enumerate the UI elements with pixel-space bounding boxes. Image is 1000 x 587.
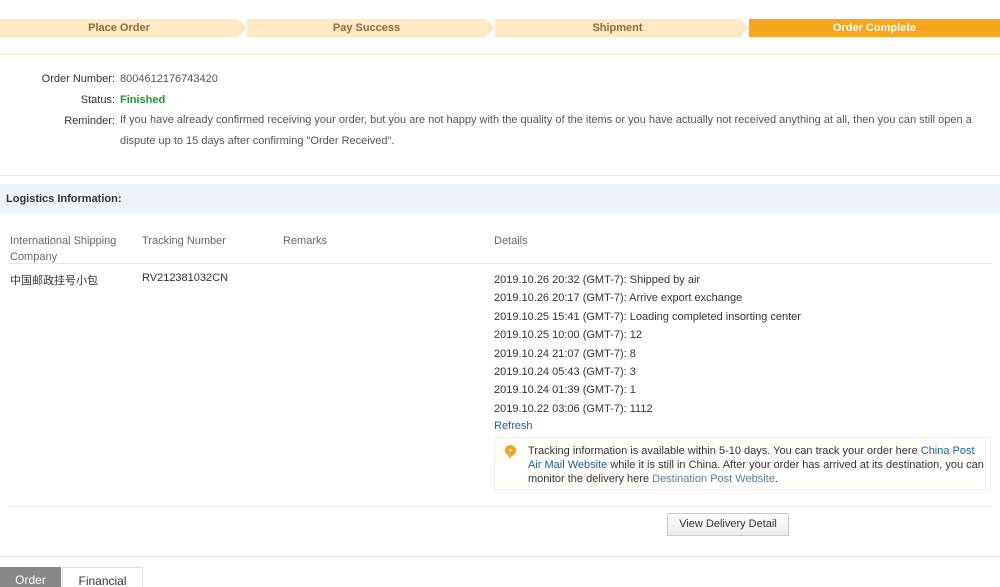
- step-label: Shipment: [592, 22, 643, 34]
- step-label: Place Order: [88, 22, 150, 34]
- location-pin-icon: •: [505, 445, 516, 459]
- step-place-order: Place Order: [0, 19, 238, 37]
- step-order-complete: Order Complete: [749, 19, 1000, 37]
- tracking-event: 2019.10.26 20:32 (GMT-7): Shipped by air: [494, 274, 701, 286]
- notice-text-part: .: [774, 473, 778, 485]
- step-separator-arrow: [238, 19, 247, 37]
- divider: [0, 556, 1000, 557]
- tab-financial[interactable]: Financial: [62, 567, 143, 587]
- view-delivery-detail-button[interactable]: View Delivery Detail: [667, 513, 789, 536]
- tracking-event: 2019.10.25 10:00 (GMT-7): 12: [494, 329, 642, 341]
- divider: [8, 506, 992, 507]
- step-separator-arrow: [486, 19, 495, 37]
- tracking-event: 2019.10.26 20:17 (GMT-7): Arrive export …: [494, 292, 743, 304]
- refresh-link[interactable]: Refresh: [494, 420, 533, 432]
- status-label: Status:: [80, 94, 115, 106]
- notice-text: Tracking information is available within…: [528, 444, 986, 486]
- step-label: Order Complete: [832, 22, 917, 34]
- order-number-label: Order Number:: [41, 73, 115, 85]
- status-value: Finished: [120, 94, 166, 106]
- tracking-event: 2019.10.22 03:06 (GMT-7): 1112: [494, 403, 653, 415]
- reminder-label: Reminder:: [64, 115, 115, 127]
- logistics-title: Logistics Information:: [6, 193, 122, 205]
- shipping-company-cell: 中国邮政挂号小包: [10, 275, 98, 287]
- order-number-value: 8004612176743420: [120, 73, 218, 85]
- divider: [0, 54, 1000, 55]
- notice-text-part: Tracking information is available within…: [528, 445, 921, 457]
- divider: [8, 263, 992, 264]
- tab-order[interactable]: Order: [0, 567, 61, 587]
- destination-post-link[interactable]: Destination Post Website: [652, 473, 775, 485]
- column-header-details: Details: [494, 235, 528, 247]
- tracking-event: 2019.10.25 15:41 (GMT-7): Loading comple…: [494, 311, 801, 323]
- step-shipment: Shipment: [495, 19, 740, 37]
- logistics-header: Logistics Information:: [0, 184, 1000, 213]
- tracking-event: 2019.10.24 05:43 (GMT-7): 3: [494, 366, 636, 378]
- tracking-number-cell: RV212381032CN: [142, 272, 229, 284]
- step-pay-success: Pay Success: [247, 19, 486, 37]
- tracking-notice: • Tracking information is available with…: [494, 437, 991, 490]
- tracking-event: 2019.10.24 21:07 (GMT-7): 8: [494, 348, 636, 360]
- column-header-company: International Shipping Company: [10, 235, 117, 263]
- divider: [0, 175, 1000, 176]
- column-header-remarks: Remarks: [283, 235, 328, 247]
- tracking-event: 2019.10.24 01:39 (GMT-7): 1: [494, 384, 636, 396]
- column-header-tracking: Tracking Number: [142, 235, 226, 247]
- order-progress-steps: Place Order Pay Success Shipment Order C…: [0, 19, 1000, 37]
- step-label: Pay Success: [332, 22, 401, 34]
- reminder-text: If you have already confirmed receiving …: [120, 114, 972, 147]
- step-separator-arrow: [740, 19, 749, 37]
